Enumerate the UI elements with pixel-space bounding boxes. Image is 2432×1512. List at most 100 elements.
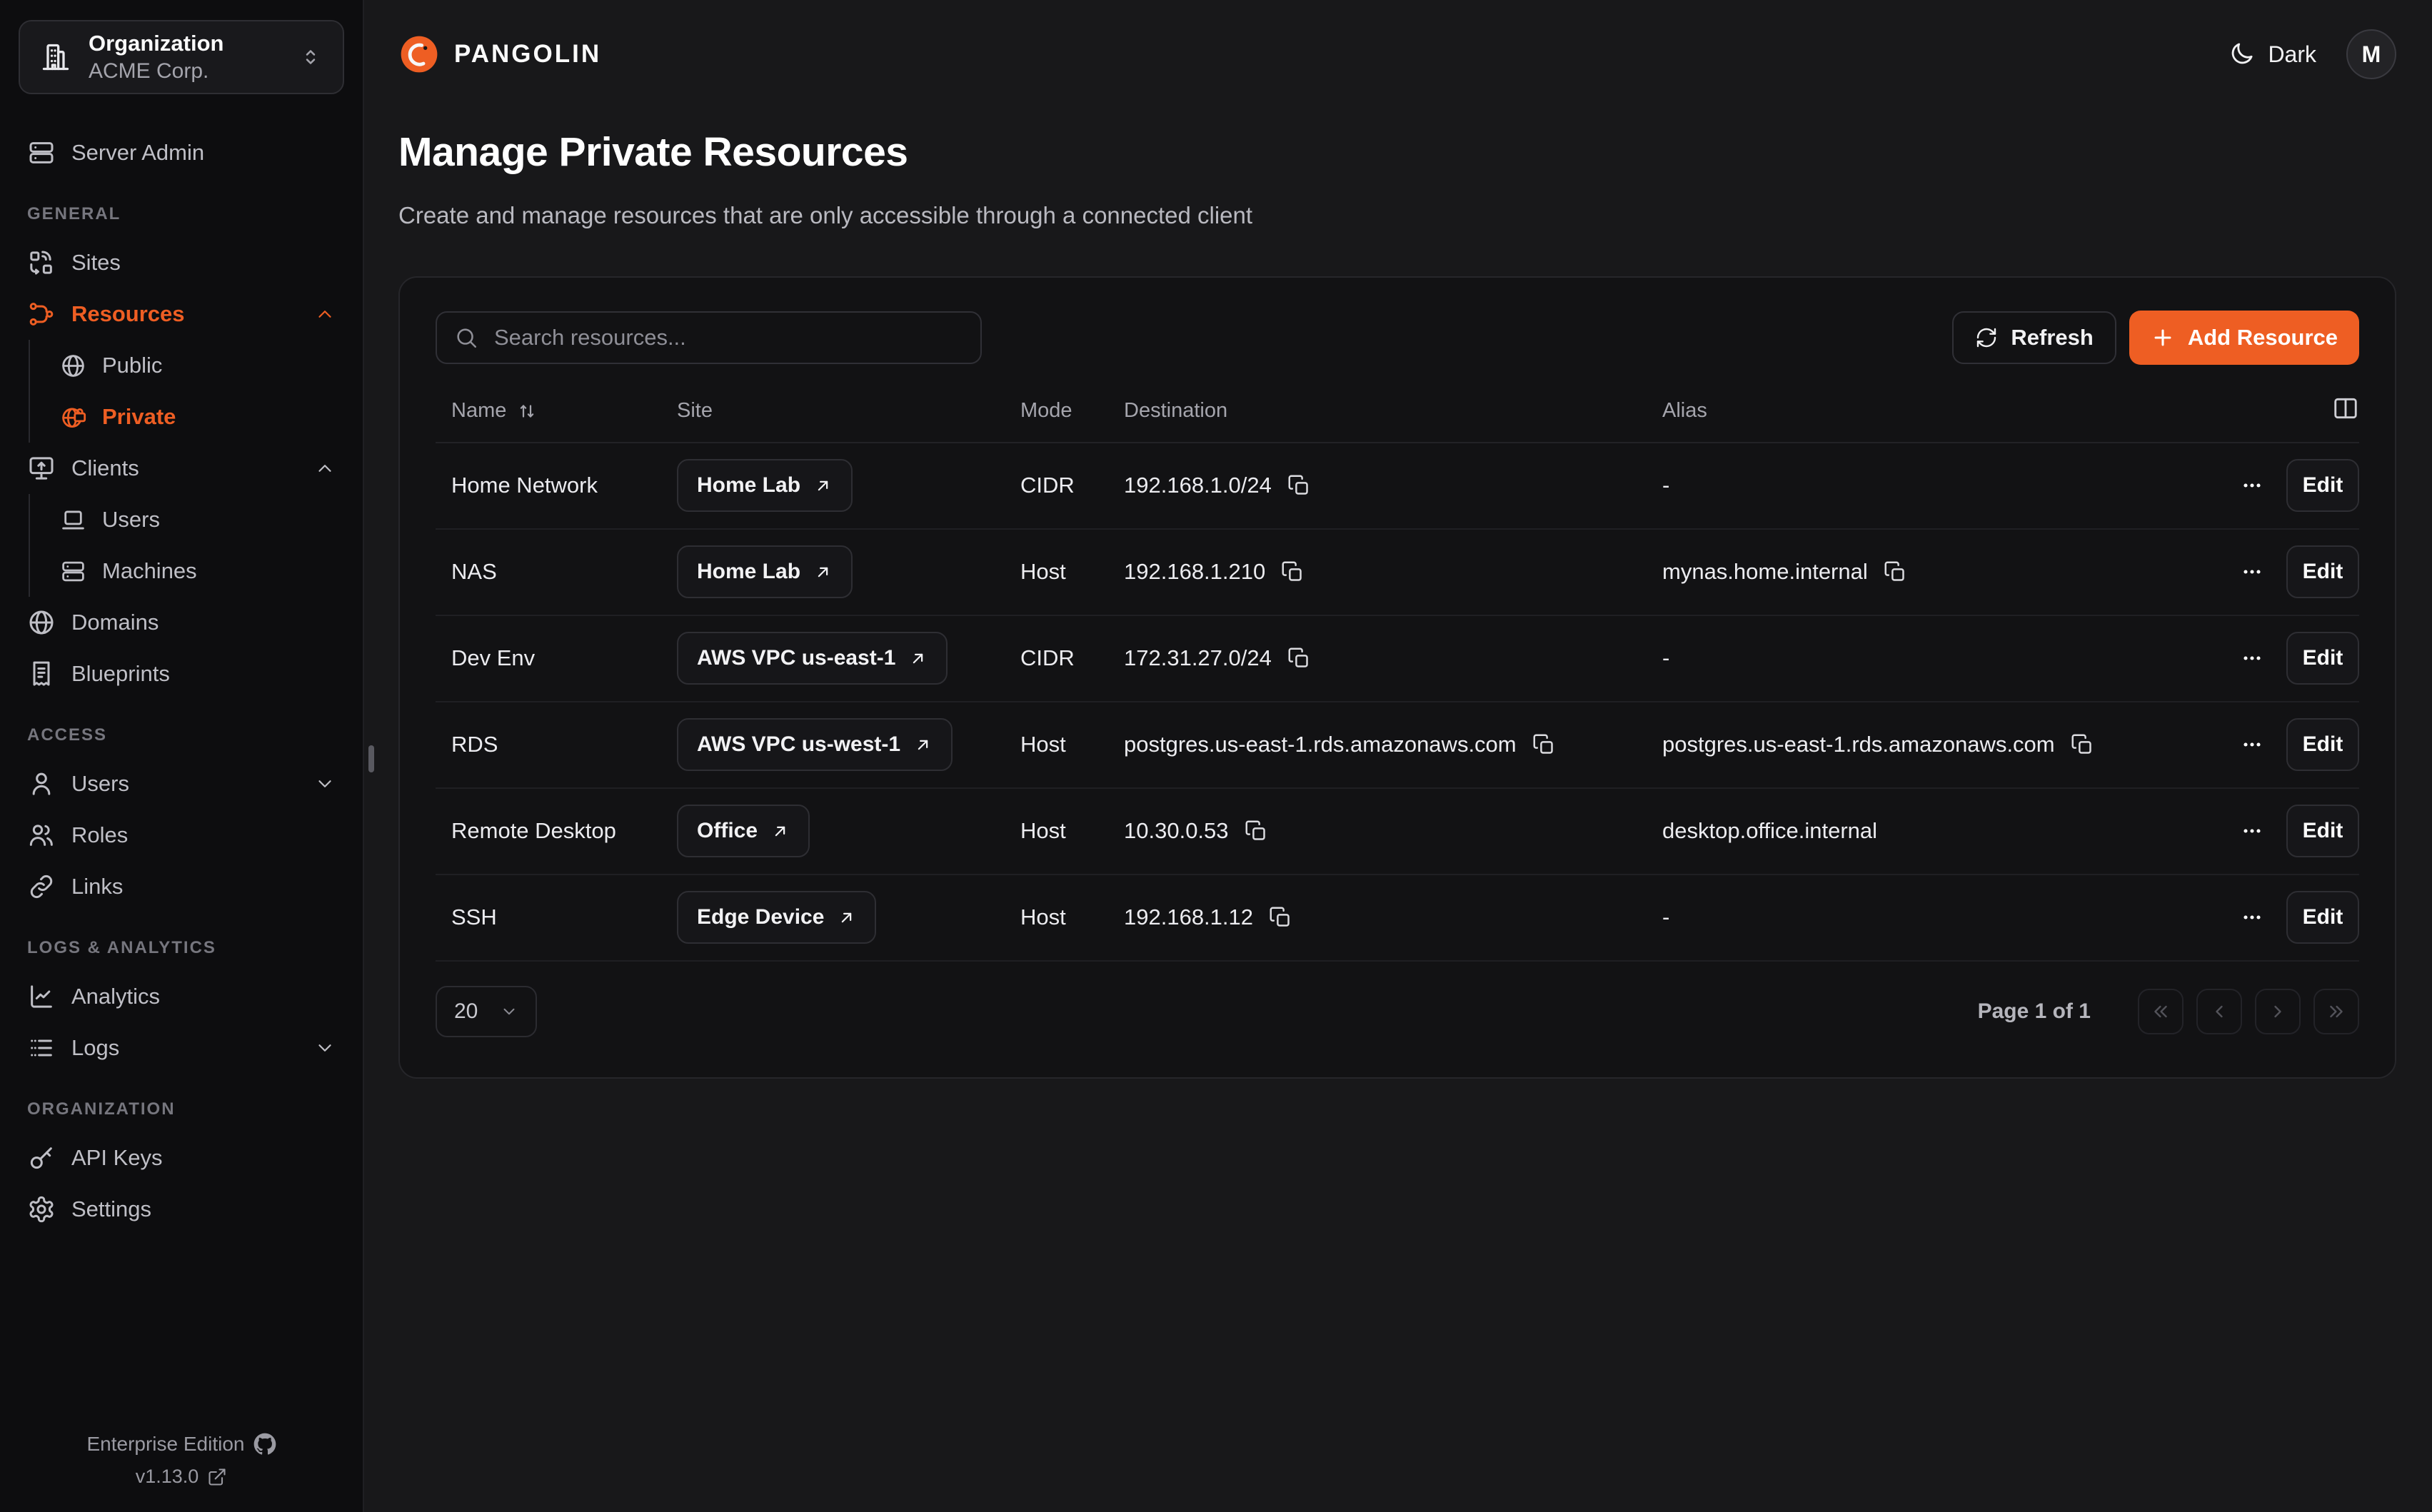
row-more-button[interactable] — [2239, 473, 2265, 498]
arrow-up-right-icon — [908, 649, 928, 668]
arrow-up-right-icon — [813, 476, 833, 495]
row-more-button[interactable] — [2239, 818, 2265, 844]
table-row: RDS AWS VPC us-west-1 Host postgres.us-e… — [436, 702, 2359, 789]
org-selector[interactable]: Organization ACME Corp. — [19, 20, 344, 94]
edit-button[interactable]: Edit — [2286, 459, 2359, 512]
chevron-down-icon — [500, 1002, 518, 1021]
laptop-icon — [60, 507, 86, 533]
column-header-name[interactable]: Name — [436, 399, 677, 423]
key-icon — [27, 1144, 56, 1172]
avatar[interactable]: M — [2346, 29, 2396, 79]
page-size-select[interactable]: 20 — [436, 986, 537, 1037]
copy-destination-button[interactable] — [1269, 906, 1292, 929]
sidebar-nav: Server Admin GENERAL Sites Resources Pub… — [0, 94, 363, 1235]
site-link-button[interactable]: AWS VPC us-west-1 — [677, 718, 953, 771]
copy-destination-button[interactable] — [1281, 560, 1305, 584]
edit-button[interactable]: Edit — [2286, 632, 2359, 685]
sidebar-item-analytics[interactable]: Analytics — [19, 971, 344, 1022]
sidebar-item-private[interactable]: Private — [51, 391, 344, 443]
sidebar-item-roles[interactable]: Roles — [19, 810, 344, 861]
site-link-button[interactable]: Home Lab — [677, 545, 853, 598]
chevron-up-icon — [314, 458, 336, 479]
previous-page-button[interactable] — [2196, 989, 2242, 1034]
last-page-button[interactable] — [2313, 989, 2359, 1034]
receipt-icon — [27, 660, 56, 688]
sidebar-item-resources[interactable]: Resources — [19, 288, 344, 340]
sidebar-item-users[interactable]: Users — [19, 758, 344, 810]
arrow-up-right-icon — [813, 563, 833, 582]
row-more-button[interactable] — [2239, 732, 2265, 757]
ellipsis-icon — [2239, 645, 2265, 671]
copy-destination-button[interactable] — [1287, 474, 1311, 498]
external-link-icon — [207, 1467, 227, 1487]
sidebar-item-logs[interactable]: Logs — [19, 1022, 344, 1074]
site-link-button[interactable]: AWS VPC us-east-1 — [677, 632, 948, 685]
row-more-button[interactable] — [2239, 904, 2265, 930]
copy-destination-button[interactable] — [1287, 647, 1311, 670]
copy-alias-button[interactable] — [2071, 733, 2094, 757]
sidebar-item-public[interactable]: Public — [51, 340, 344, 391]
resources-card: Refresh Add Resource Name Site Mode Dest… — [398, 276, 2396, 1079]
edit-button[interactable]: Edit — [2286, 718, 2359, 771]
chevron-right-icon — [2268, 1002, 2288, 1022]
edit-button[interactable]: Edit — [2286, 545, 2359, 598]
edit-button[interactable]: Edit — [2286, 805, 2359, 857]
users-icon — [27, 821, 56, 850]
sidebar-item-server-admin[interactable]: Server Admin — [19, 127, 344, 178]
moon-icon — [2228, 41, 2255, 68]
refresh-button[interactable]: Refresh — [1952, 311, 2116, 364]
site-link-button[interactable]: Home Lab — [677, 459, 853, 512]
sidebar-item-label: Users — [102, 507, 160, 533]
github-icon — [253, 1433, 276, 1456]
site-link-button[interactable]: Edge Device — [677, 891, 876, 944]
topbar: PANGOLIN Dark M — [398, 0, 2396, 109]
page-subtitle: Create and manage resources that are onl… — [398, 202, 2396, 229]
copy-destination-button[interactable] — [1245, 820, 1268, 843]
sidebar-item-sites[interactable]: Sites — [19, 237, 344, 288]
sidebar-item-blueprints[interactable]: Blueprints — [19, 648, 344, 700]
refresh-label: Refresh — [2011, 325, 2093, 351]
globe-icon — [27, 608, 56, 637]
edition-label: Enterprise Edition — [86, 1433, 244, 1456]
sidebar-item-clients[interactable]: Clients — [19, 443, 344, 494]
edit-button[interactable]: Edit — [2286, 891, 2359, 944]
next-page-button[interactable] — [2255, 989, 2301, 1034]
search-input[interactable] — [493, 324, 963, 351]
route-icon — [27, 300, 56, 328]
monitor-up-icon — [27, 454, 56, 483]
copy-icon — [1281, 560, 1305, 584]
user-icon — [27, 770, 56, 798]
building-icon — [40, 41, 71, 73]
resource-alias: postgres.us-east-1.rds.amazonaws.com — [1662, 732, 2055, 757]
edition-line[interactable]: Enterprise Edition — [0, 1433, 363, 1456]
chevron-down-icon — [314, 1037, 336, 1059]
table-row: Remote Desktop Office Host 10.30.0.53 de… — [436, 789, 2359, 875]
sidebar-item-client-users[interactable]: Users — [51, 494, 344, 545]
version-label: v1.13.0 — [136, 1466, 199, 1488]
sidebar-item-links[interactable]: Links — [19, 861, 344, 912]
sidebar-item-machines[interactable]: Machines — [51, 545, 344, 597]
theme-toggle[interactable]: Dark — [2228, 41, 2316, 68]
row-more-button[interactable] — [2239, 559, 2265, 585]
copy-alias-button[interactable] — [1884, 560, 1907, 584]
resource-destination: 10.30.0.53 — [1124, 818, 1229, 844]
resource-name: Dev Env — [436, 645, 677, 671]
brand[interactable]: PANGOLIN — [398, 34, 601, 75]
sidebar-item-settings[interactable]: Settings — [19, 1184, 344, 1235]
column-toggle[interactable] — [2332, 395, 2359, 428]
site-link-button[interactable]: Office — [677, 805, 810, 857]
server-icon — [27, 138, 56, 167]
chevron-left-icon — [2209, 1002, 2229, 1022]
chevron-down-icon — [314, 773, 336, 795]
globe-icon — [60, 353, 86, 379]
clients-subnav: Users Machines — [29, 494, 344, 597]
version-line[interactable]: v1.13.0 — [0, 1466, 363, 1488]
resource-destination: 192.168.1.210 — [1124, 559, 1265, 585]
copy-destination-button[interactable] — [1532, 733, 1556, 757]
first-page-button[interactable] — [2138, 989, 2184, 1034]
row-more-button[interactable] — [2239, 645, 2265, 671]
add-resource-button[interactable]: Add Resource — [2129, 311, 2359, 365]
resource-mode: Host — [1020, 732, 1124, 757]
sidebar-item-api-keys[interactable]: API Keys — [19, 1132, 344, 1184]
sidebar-item-domains[interactable]: Domains — [19, 597, 344, 648]
